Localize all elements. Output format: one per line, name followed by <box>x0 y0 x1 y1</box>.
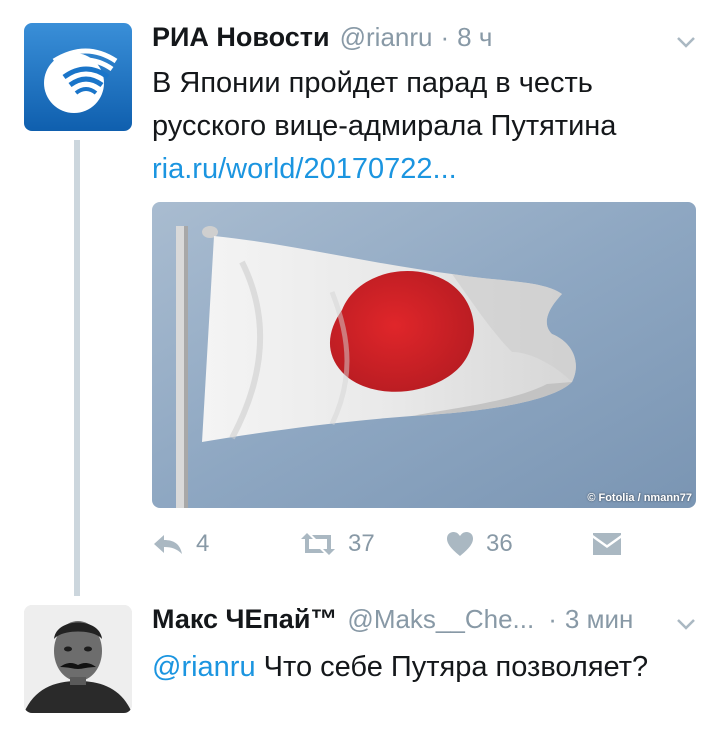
tweet-text-line-2: русского вице-адмирала Путятина <box>152 110 617 142</box>
reply-icon <box>154 535 182 554</box>
author-handle[interactable]: @rianru <box>340 22 433 53</box>
chevron-down-icon[interactable] <box>674 30 698 54</box>
envelope-icon <box>593 533 621 555</box>
direct-message-button[interactable] <box>592 527 622 561</box>
tweet-actions: 4 37 36 <box>152 527 632 561</box>
avatar-maks[interactable] <box>24 605 132 713</box>
like-button[interactable]: 36 <box>446 527 513 561</box>
tweet-header: РИА Новости @rianru · 8 ч <box>152 22 492 53</box>
reply-author-name[interactable]: Макс ЧЕпай™ <box>152 604 337 635</box>
tweet-link[interactable]: ria.ru/world/20170722... <box>152 148 616 191</box>
reply-button[interactable]: 4 <box>152 527 209 561</box>
reply-mention[interactable]: @rianru <box>152 651 256 683</box>
reply-text: Что себе Путяра позволяет? <box>263 651 649 683</box>
chevron-down-icon[interactable] <box>674 612 698 636</box>
author-name[interactable]: РИА Новости <box>152 22 330 53</box>
tweet-time[interactable]: 8 ч <box>457 22 492 53</box>
tweet-image-japan-flag[interactable]: © Fotolia / nmann77 <box>152 202 696 508</box>
tweet-body: В Японии пройдет парад в честь русского … <box>152 62 616 191</box>
like-count: 36 <box>486 530 513 557</box>
reply-body: @rianru Что себе Путяра позволяет? <box>152 646 648 689</box>
reply-header: Макс ЧЕпай™ @Maks__Che... · 3 мин <box>152 604 633 635</box>
separator-dot: · <box>548 604 557 634</box>
retweet-count: 37 <box>348 530 375 557</box>
avatar-ria-novosti[interactable] <box>24 23 132 131</box>
separator-dot: · <box>440 22 450 52</box>
image-credit: © Fotolia / nmann77 <box>587 492 692 504</box>
retweet-button[interactable]: 37 <box>300 527 375 561</box>
heart-icon <box>447 532 473 556</box>
tweet-text-line-1: В Японии пройдет парад в честь <box>152 67 593 99</box>
thread-connector-line <box>74 140 80 596</box>
retweet-icon <box>301 533 335 555</box>
reply-time[interactable]: 3 мин <box>565 604 633 635</box>
reply-count: 4 <box>196 530 210 557</box>
reply-author-handle[interactable]: @Maks__Che... <box>347 604 534 635</box>
